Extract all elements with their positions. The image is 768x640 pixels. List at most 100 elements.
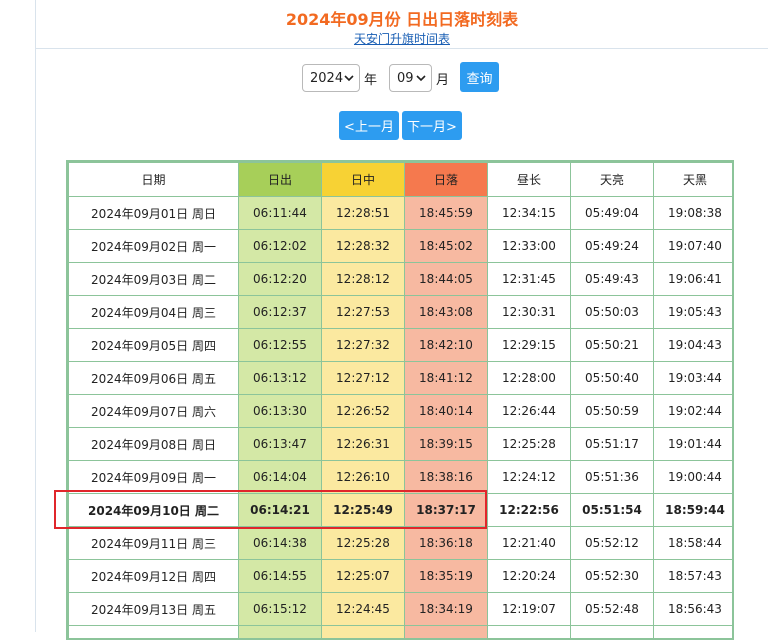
cell-sunrise: 06:14:21 — [239, 494, 322, 527]
cell-date: 2024年09月13日 周五 — [69, 593, 239, 626]
table-row: 2024年09月07日 周六 06:13:30 12:26:52 18:40:1… — [69, 395, 735, 428]
cell-dawn: 05:50:40 — [571, 362, 654, 395]
cell-dusk: 19:03:44 — [654, 362, 735, 395]
cell-noon: 12:26:10 — [322, 461, 405, 494]
cell-date — [69, 626, 239, 640]
cell-dawn: 05:49:24 — [571, 230, 654, 263]
table-row: 2024年09月08日 周日 06:13:47 12:26:31 18:39:1… — [69, 428, 735, 461]
cell-day-length: 12:26:44 — [488, 395, 571, 428]
cell-sunrise: 06:12:02 — [239, 230, 322, 263]
cell-day-length: 12:25:28 — [488, 428, 571, 461]
cell-sunset: 18:45:02 — [405, 230, 488, 263]
year-select[interactable]: 2024 — [302, 64, 360, 92]
cell-day-length: 12:31:45 — [488, 263, 571, 296]
cell-dawn: 05:49:43 — [571, 263, 654, 296]
cell-date: 2024年09月01日 周日 — [69, 197, 239, 230]
cell-sunset: 18:34:19 — [405, 593, 488, 626]
cell-date: 2024年09月12日 周四 — [69, 560, 239, 593]
cell-dusk: 19:04:43 — [654, 329, 735, 362]
year-unit-label: 年 — [364, 69, 377, 88]
sun-times-table: 日期 日出 日中 日落 昼长 天亮 天黑 2024年09月01日 周日 06:1… — [68, 162, 734, 640]
cell-dusk: 19:05:43 — [654, 296, 735, 329]
cell-date: 2024年09月03日 周二 — [69, 263, 239, 296]
table-row: 2024年09月04日 周三 06:12:37 12:27:53 18:43:0… — [69, 296, 735, 329]
table-row: 2024年09月12日 周四 06:14:55 12:25:07 18:35:1… — [69, 560, 735, 593]
month-select[interactable]: 09 — [389, 64, 432, 92]
cell-dawn: 05:51:17 — [571, 428, 654, 461]
cell-day-length: 12:30:31 — [488, 296, 571, 329]
prev-month-button[interactable]: <上一月 — [339, 111, 399, 140]
cell-dawn: 05:52:30 — [571, 560, 654, 593]
flag-raising-link[interactable]: 天安门升旗时间表 — [36, 30, 768, 47]
cell-sunset: 18:38:16 — [405, 461, 488, 494]
cell-sunrise: 06:15:12 — [239, 593, 322, 626]
cell-date: 2024年09月07日 周六 — [69, 395, 239, 428]
cell-date: 2024年09月11日 周三 — [69, 527, 239, 560]
cell-noon: 12:24:45 — [322, 593, 405, 626]
header-noon: 日中 — [322, 163, 405, 197]
cell-date: 2024年09月10日 周二 — [69, 494, 239, 527]
cell-sunset: 18:40:14 — [405, 395, 488, 428]
cell-sunset: 18:36:18 — [405, 527, 488, 560]
header-date: 日期 — [69, 163, 239, 197]
cell-day-length: 12:34:15 — [488, 197, 571, 230]
cell-noon: 12:25:49 — [322, 494, 405, 527]
cell-noon: 12:28:51 — [322, 197, 405, 230]
cell-dawn: 05:51:54 — [571, 494, 654, 527]
cell-dawn: 05:50:03 — [571, 296, 654, 329]
cell-noon: 12:25:07 — [322, 560, 405, 593]
table-row: 2024年09月05日 周四 06:12:55 12:27:32 18:42:1… — [69, 329, 735, 362]
cell-sunrise: 06:13:47 — [239, 428, 322, 461]
cell-sunset: 18:45:59 — [405, 197, 488, 230]
cell-sunrise: 06:12:55 — [239, 329, 322, 362]
cell-dusk: 18:57:43 — [654, 560, 735, 593]
table-row: 2024年09月03日 周二 06:12:20 12:28:12 18:44:0… — [69, 263, 735, 296]
table-row: 2024年09月11日 周三 06:14:38 12:25:28 18:36:1… — [69, 527, 735, 560]
cell-dusk: 18:58:44 — [654, 527, 735, 560]
cell-dawn: 05:51:36 — [571, 461, 654, 494]
cell-dusk: 19:08:38 — [654, 197, 735, 230]
cell-sunrise: 06:13:30 — [239, 395, 322, 428]
cell-noon: 12:27:53 — [322, 296, 405, 329]
cell-sunrise — [239, 626, 322, 640]
cell-dawn: 05:50:59 — [571, 395, 654, 428]
chevron-down-icon — [344, 73, 354, 83]
cell-dusk: 18:56:43 — [654, 593, 735, 626]
cell-date: 2024年09月09日 周一 — [69, 461, 239, 494]
cell-dusk: 19:06:41 — [654, 263, 735, 296]
cell-sunset: 18:44:05 — [405, 263, 488, 296]
cell-noon: 12:27:12 — [322, 362, 405, 395]
cell-dawn: 05:52:12 — [571, 527, 654, 560]
query-button[interactable]: 查询 — [460, 62, 499, 92]
cell-sunrise: 06:14:04 — [239, 461, 322, 494]
cell-noon: 12:26:31 — [322, 428, 405, 461]
cell-sunset: 18:43:08 — [405, 296, 488, 329]
cell-dusk: 19:01:44 — [654, 428, 735, 461]
cell-dusk: 19:00:44 — [654, 461, 735, 494]
header-sunrise: 日出 — [239, 163, 322, 197]
cell-sunrise: 06:12:20 — [239, 263, 322, 296]
cell-dusk: 19:07:40 — [654, 230, 735, 263]
header-dawn: 天亮 — [571, 163, 654, 197]
cell-day-length: 12:20:24 — [488, 560, 571, 593]
cell-dusk: 19:02:44 — [654, 395, 735, 428]
cell-day-length: 12:29:15 — [488, 329, 571, 362]
cell-day-length: 12:24:12 — [488, 461, 571, 494]
month-unit-label: 月 — [436, 69, 449, 88]
cell-sunrise: 06:12:37 — [239, 296, 322, 329]
header-dusk: 天黑 — [654, 163, 735, 197]
cell-sunset — [405, 626, 488, 640]
cell-noon: 12:26:52 — [322, 395, 405, 428]
cell-date: 2024年09月02日 周一 — [69, 230, 239, 263]
table-row — [69, 626, 735, 640]
cell-noon: 12:28:32 — [322, 230, 405, 263]
cell-day-length: 12:21:40 — [488, 527, 571, 560]
cell-dawn: 05:49:04 — [571, 197, 654, 230]
page-title: 2024年09月份 日出日落时刻表 — [36, 6, 768, 30]
cell-date: 2024年09月06日 周五 — [69, 362, 239, 395]
table-row-current-day: 2024年09月10日 周二 06:14:21 12:25:49 18:37:1… — [69, 494, 735, 527]
table-row: 2024年09月06日 周五 06:13:12 12:27:12 18:41:1… — [69, 362, 735, 395]
cell-sunset: 18:42:10 — [405, 329, 488, 362]
next-month-button[interactable]: 下一月> — [402, 111, 462, 140]
cell-sunset: 18:37:17 — [405, 494, 488, 527]
